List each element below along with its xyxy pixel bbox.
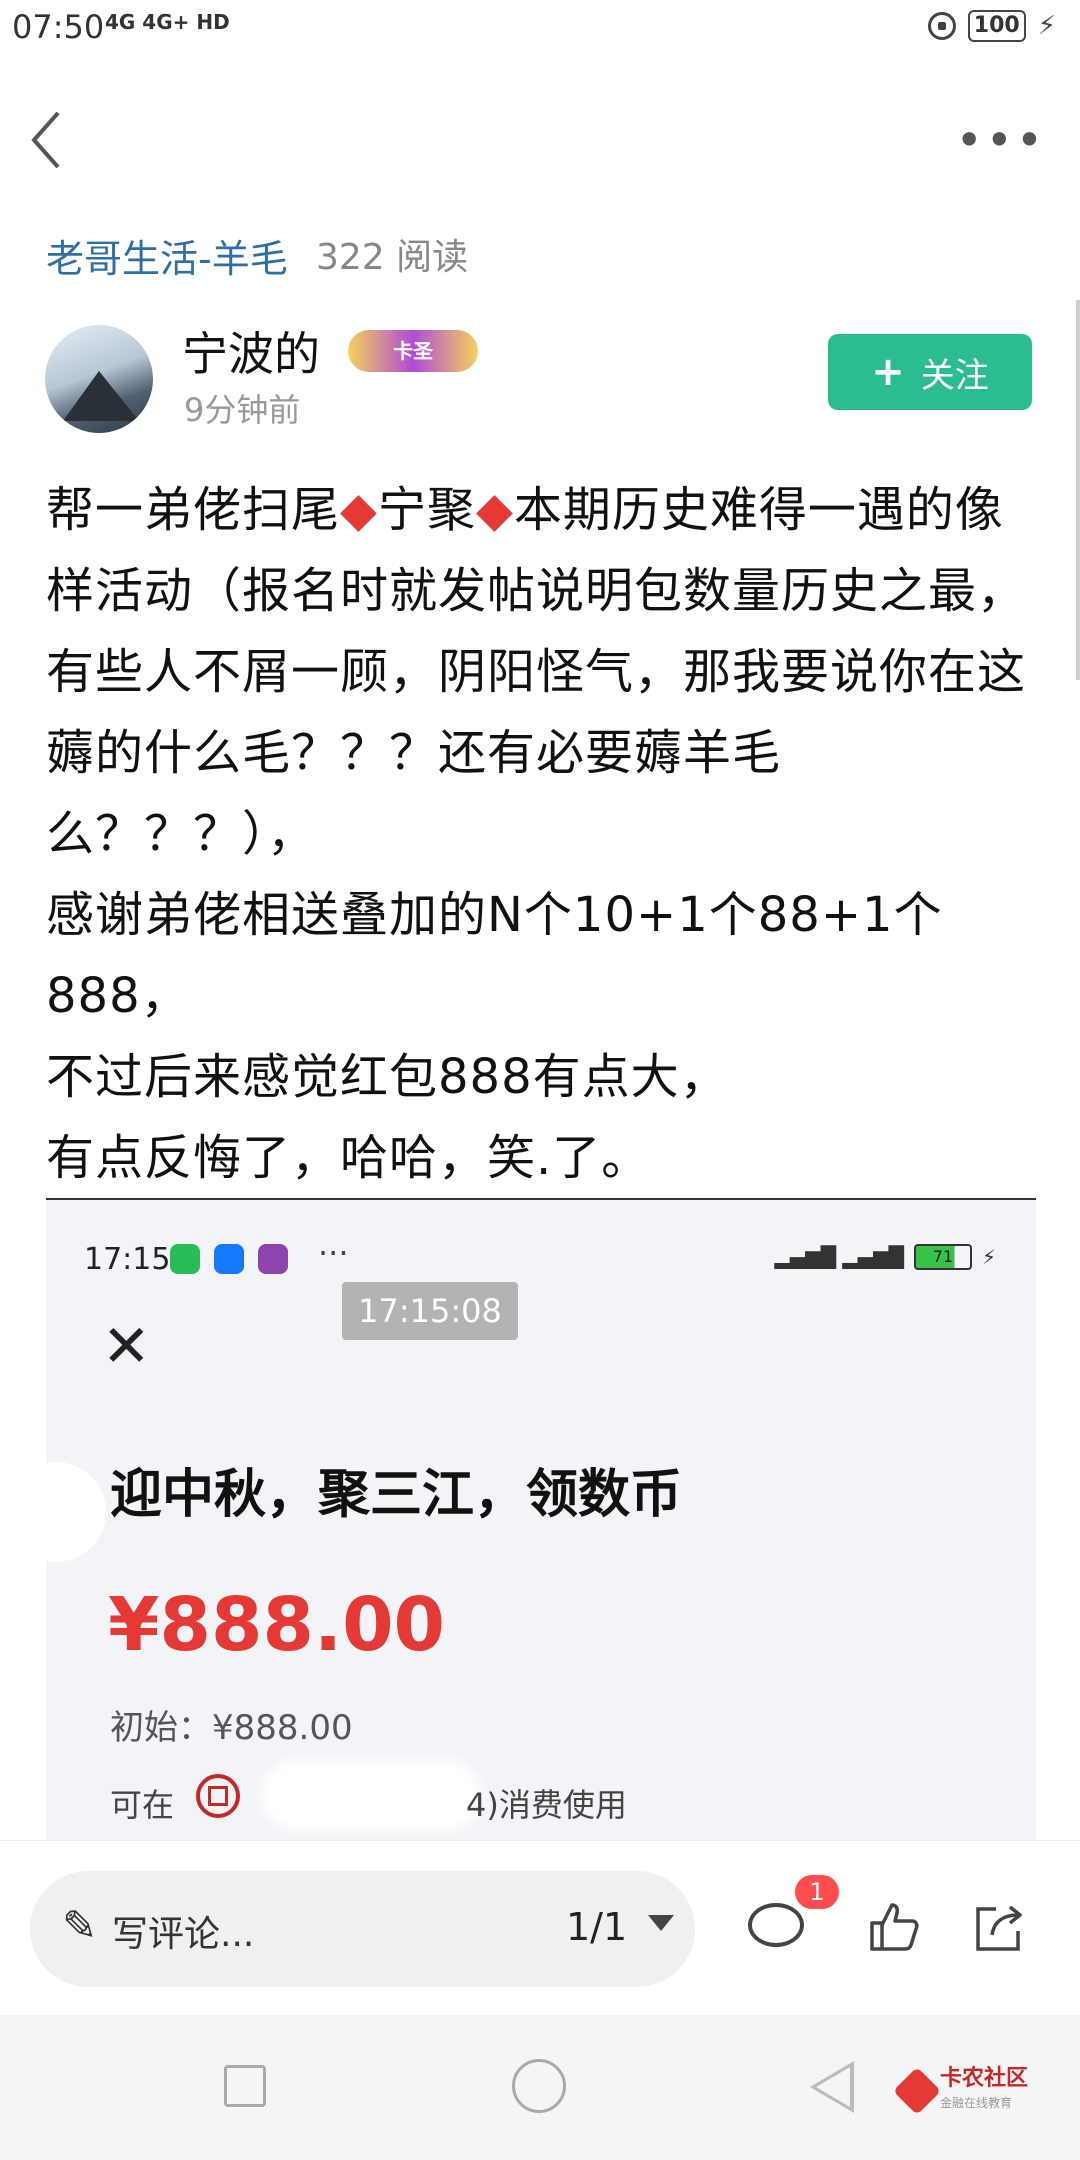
redacted-area	[261, 1760, 481, 1830]
comment-bar: ✎ 写评论... 1/1 1	[0, 1840, 1080, 2016]
post-time: 9分钟前	[184, 391, 301, 429]
watermark: 卡农社区 金融在线教育	[892, 2066, 1029, 2116]
bank-logo-icon	[196, 1774, 240, 1818]
screenshot-timestamp: 17:15:08	[342, 1282, 518, 1340]
embedded-status-time: 17:15	[84, 1242, 171, 1277]
close-icon: ✕	[102, 1312, 151, 1380]
author-name[interactable]: 宁波的	[182, 318, 320, 384]
initial-amount: 初始：¥888.00	[110, 1708, 353, 1748]
embedded-screenshot[interactable]: 17:15 ··· ▂▄▆█ ▂▄▆█ 71 ⚡ 17:15:08 ✕ 迎中秋，…	[46, 1198, 1036, 1840]
more-options-button[interactable]: •••	[956, 117, 1046, 163]
embedded-charging-icon: ⚡	[981, 1245, 996, 1269]
rotation-lock-icon	[927, 12, 956, 40]
avatar[interactable]	[45, 325, 153, 433]
status-right: 100 ⚡	[927, 10, 1056, 42]
share-icon[interactable]	[970, 1901, 1026, 1955]
alipay-app-icon	[214, 1244, 244, 1274]
bank-app-icon	[258, 1244, 288, 1274]
embedded-title: 迎中秋，聚三江，领数币	[110, 1465, 683, 1525]
usage-suffix: 4)消费使用	[466, 1786, 627, 1824]
comment-icon[interactable]	[748, 1903, 804, 1947]
charging-icon: ⚡	[1037, 11, 1056, 41]
diamond-icon: ◆	[475, 482, 514, 538]
embedded-status-right: ▂▄▆█ ▂▄▆█ 71 ⚡	[775, 1244, 996, 1270]
post-paragraph-4: 有点反悔了，哈哈，笑.了。	[46, 1130, 651, 1186]
post-paragraph-1: 帮一弟佬扫尾◆宁聚◆本期历史难得一遇的像样活动（报名时就发帖说明包数量历史之最，…	[46, 482, 1027, 862]
system-nav-bar: 卡农社区 金融在线教育	[0, 2015, 1080, 2160]
side-circle	[46, 1462, 106, 1562]
signal-icons: 4G 4G+ HD	[105, 10, 230, 34]
comment-count-badge: 1	[795, 1875, 839, 1909]
recent-apps-button[interactable]	[224, 2065, 266, 2107]
red-packet-amount: ¥888.00	[108, 1582, 446, 1668]
rank-badge: 卡圣	[348, 330, 478, 372]
phone-app-icon	[170, 1244, 200, 1274]
read-count: 322 阅读	[316, 237, 469, 278]
post-paragraph-2: 感谢弟佬相送叠加的N个10+1个88+1个888，	[46, 887, 943, 1024]
usage-prefix: 可在	[110, 1786, 175, 1824]
caret-down-icon[interactable]	[648, 1915, 674, 1931]
watermark-logo-icon	[892, 2066, 942, 2116]
comment-placeholder: 写评论...	[112, 1914, 255, 1955]
home-button[interactable]	[512, 2059, 566, 2113]
embedded-battery-icon: 71	[913, 1244, 972, 1270]
post-paragraph-3: 不过后来感觉红包888有点大，	[46, 1049, 729, 1105]
diamond-icon: ◆	[340, 482, 378, 538]
post-body: 帮一弟佬扫尾◆宁聚◆本期历史难得一遇的像样活动（报名时就发帖说明包数量历史之最，…	[46, 470, 1046, 1199]
pen-icon: ✎	[62, 1901, 98, 1950]
comment-input[interactable]: ✎ 写评论... 1/1	[30, 1871, 695, 1987]
back-arrow-icon	[31, 111, 60, 169]
status-time: 07:50	[12, 8, 105, 46]
back-triangle-button[interactable]	[810, 2061, 854, 2113]
like-icon[interactable]	[866, 1899, 922, 1955]
watermark-text: 卡农社区 金融在线教育	[940, 2066, 1029, 2111]
follow-button[interactable]: + 关注	[828, 334, 1032, 410]
scrollbar[interactable]	[1076, 300, 1080, 680]
page-indicator[interactable]: 1/1	[566, 1905, 627, 1949]
follow-label: 关注	[920, 355, 989, 396]
embedded-more-icon: ···	[318, 1234, 349, 1272]
embedded-signal-icon: ▂▄▆█ ▂▄▆█	[774, 1245, 904, 1269]
plus-icon: +	[871, 349, 905, 395]
battery-icon: 100	[967, 10, 1026, 42]
back-button[interactable]	[22, 105, 82, 175]
circle-name-link[interactable]: 老哥生活-羊毛	[46, 228, 288, 283]
